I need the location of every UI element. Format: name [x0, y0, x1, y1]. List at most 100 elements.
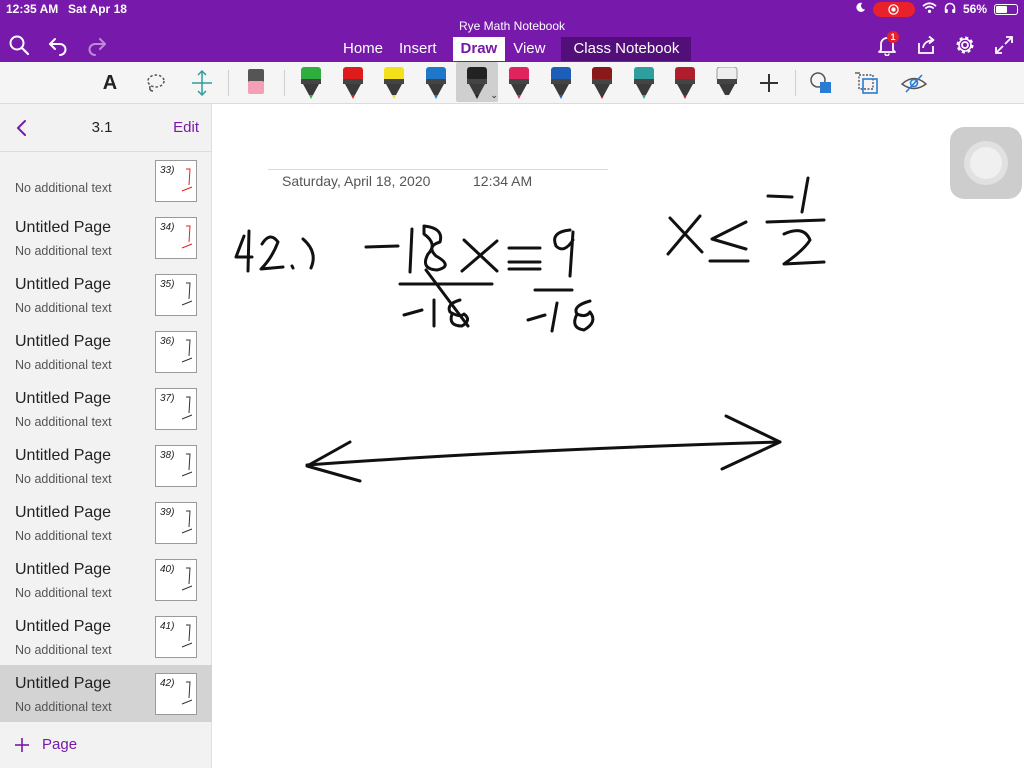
page-title: Untitled Page [15, 675, 112, 692]
page-list-item[interactable]: Untitled Page No additional text 40) [0, 551, 212, 608]
page-title: Untitled Page [15, 219, 112, 236]
tab-insert[interactable]: Insert [391, 37, 445, 61]
pen-icon[interactable] [423, 62, 449, 104]
thumbnail-ink [181, 168, 193, 192]
pen-icon[interactable] [506, 62, 532, 104]
lasso-select-icon[interactable] [143, 62, 169, 104]
bell-icon[interactable]: 1 [876, 31, 899, 56]
page-list-item[interactable]: Untitled Page No additional text 38) [0, 437, 212, 494]
page-thumbnail: 35) [155, 274, 197, 316]
pen-icon[interactable] [714, 62, 740, 104]
edit-button[interactable]: Edit [173, 119, 199, 136]
page-title: Untitled Page [15, 504, 112, 521]
page-preview-text: No additional text [15, 301, 112, 315]
pen-icon[interactable] [548, 62, 574, 104]
status-time: 12:35 AM [6, 2, 59, 16]
page-list-item[interactable]: Untitled Page No additional text 42) [0, 665, 212, 722]
pen-icon[interactable] [340, 62, 366, 104]
page-list-item[interactable]: No additional text 33) [0, 152, 212, 209]
page-list-item[interactable]: Untitled Page No additional text 37) [0, 380, 212, 437]
thumbnail-ink [181, 681, 193, 705]
eraser-icon[interactable] [244, 62, 268, 104]
page-title: Untitled Page [15, 333, 112, 350]
thumbnail-ink [181, 453, 193, 477]
page-thumbnail: 34) [155, 217, 197, 259]
page-thumbnail: 40) [155, 559, 197, 601]
tab-home[interactable]: Home [335, 37, 391, 61]
page-thumbnail: 36) [155, 331, 197, 373]
ink-solution [666, 176, 826, 266]
ink-to-shape-icon[interactable] [853, 62, 881, 104]
pen-icon[interactable] [298, 62, 324, 104]
page-title: Untitled Page [15, 447, 112, 464]
moon-icon [855, 2, 866, 16]
page-preview-text: No additional text [15, 472, 112, 486]
page-thumbnail: 33) [155, 160, 197, 202]
app-header: 12:35 AM Sat Apr 18 Rye Math Notebook 56… [0, 0, 1024, 62]
page-preview-text: No additional text [15, 643, 112, 657]
thumbnail-ink [181, 624, 193, 648]
ink-inequality [364, 224, 595, 333]
status-date: Sat Apr 18 [68, 2, 127, 16]
page-preview-text: No additional text [15, 244, 112, 258]
page-preview-text: No additional text [15, 529, 112, 543]
page-preview-text: No additional text [15, 181, 112, 195]
page-preview-text: No additional text [15, 358, 112, 372]
tab-class-notebook[interactable]: Class Notebook [561, 37, 692, 61]
page-thumbnail: 41) [155, 616, 197, 658]
page-list-item[interactable]: Untitled Page No additional text 35) [0, 266, 212, 323]
page-list-item[interactable]: Untitled Page No additional text 36) [0, 323, 212, 380]
pen-icon[interactable] [672, 62, 698, 104]
page-title: Untitled Page [15, 276, 112, 293]
page-list-item[interactable]: Untitled Page No additional text 34) [0, 209, 212, 266]
ink-number-line [305, 414, 782, 483]
pen-icon[interactable] [589, 62, 615, 104]
status-indicators: 56% [855, 1, 1018, 17]
thumbnail-ink [181, 510, 193, 534]
ink-replay-icon[interactable] [900, 62, 928, 104]
expand-icon[interactable] [993, 34, 1015, 56]
onenote-app: 12:35 AM Sat Apr 18 Rye Math Notebook 56… [0, 0, 1024, 768]
pen-icon[interactable]: ⌄ [464, 62, 498, 104]
handwritten-ink [234, 176, 826, 483]
headphones-icon [944, 2, 956, 17]
thumbnail-ink [181, 339, 193, 363]
type-text-button[interactable]: A [98, 62, 122, 104]
page-title: Untitled Page [15, 618, 112, 635]
thumbnail-ink [181, 282, 193, 306]
assistive-touch-button[interactable] [950, 127, 1022, 199]
add-pen-icon[interactable] [757, 62, 781, 104]
page-thumbnail: 42) [155, 673, 197, 715]
battery-icon [994, 3, 1018, 15]
page-list-item[interactable]: Untitled Page No additional text 41) [0, 608, 212, 665]
page-list-item[interactable]: Untitled Page No additional text 39) [0, 494, 212, 551]
pen-icon[interactable] [631, 62, 657, 104]
tab-view[interactable]: View [505, 37, 553, 61]
plus-icon [15, 737, 29, 752]
search-icon[interactable] [8, 34, 30, 56]
page-thumbnail: 37) [155, 388, 197, 430]
page-thumbnail: 39) [155, 502, 197, 544]
chevron-down-icon[interactable]: ⌄ [490, 90, 498, 101]
gear-icon[interactable] [954, 34, 976, 56]
notification-badge: 1 [887, 31, 899, 43]
sidebar-header: 3.1 Edit [0, 104, 212, 152]
ink-problem-number [234, 229, 315, 273]
share-icon[interactable] [915, 34, 937, 56]
page-preview-text: No additional text [15, 586, 112, 600]
tab-draw[interactable]: Draw [452, 37, 506, 61]
wifi-icon [922, 1, 937, 17]
redo-icon[interactable] [86, 34, 108, 56]
page-title: Untitled Page [15, 390, 112, 407]
add-space-icon[interactable] [189, 62, 215, 104]
note-canvas[interactable]: Saturday, April 18, 2020 12:34 AM [212, 104, 1024, 768]
sidebar-footer: Page [0, 726, 212, 768]
shapes-icon[interactable] [808, 62, 834, 104]
add-page-button[interactable]: Page [14, 736, 77, 753]
pen-icon[interactable] [381, 62, 407, 104]
page-preview-text: No additional text [15, 415, 112, 429]
undo-icon[interactable] [47, 34, 69, 56]
thumbnail-ink [181, 225, 193, 249]
thumbnail-ink [181, 396, 193, 420]
pages-sidebar: 3.1 Edit No additional text 33) Untitled P… [0, 104, 212, 768]
